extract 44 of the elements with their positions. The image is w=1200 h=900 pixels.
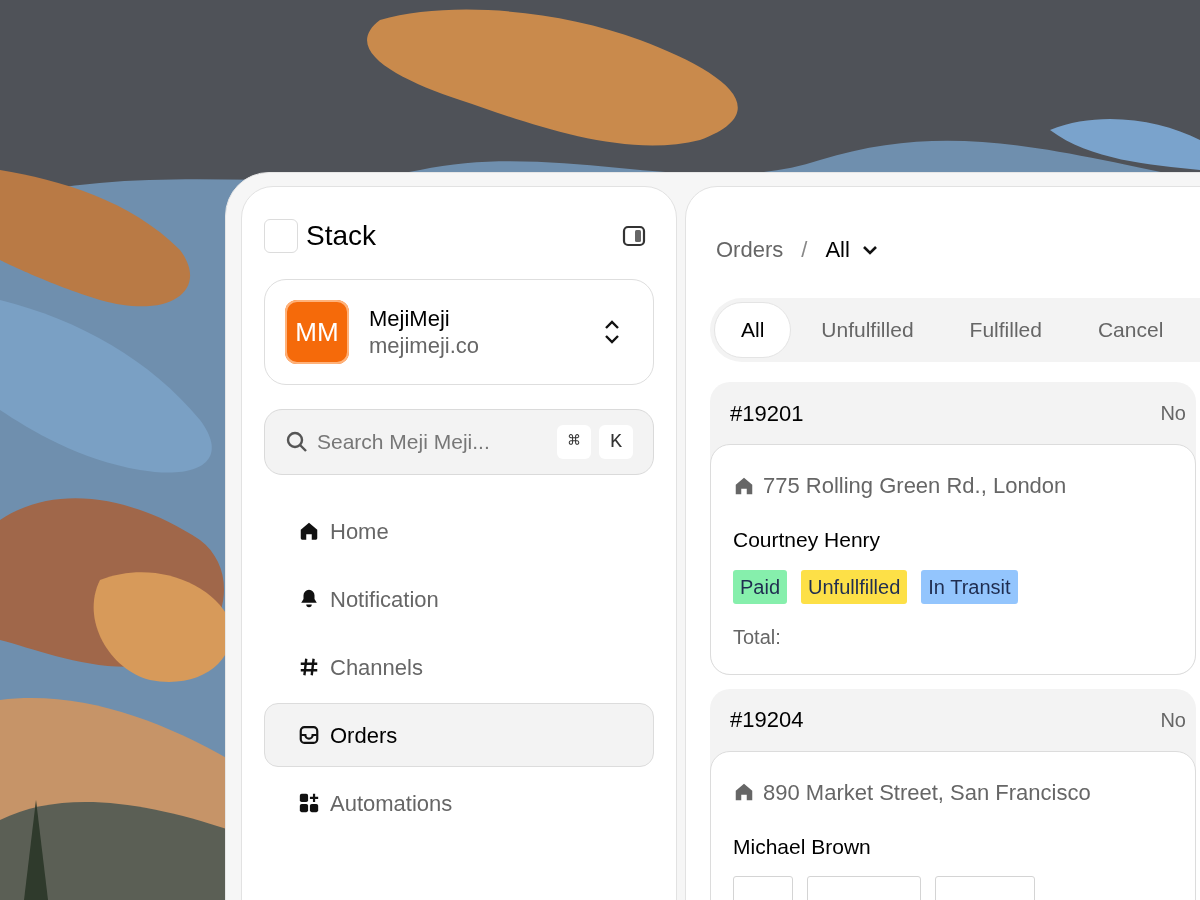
- order-number: #19201: [730, 399, 804, 428]
- order-status: No: [1160, 401, 1186, 426]
- shortcut-key: ⌘: [557, 425, 591, 459]
- shortcut-key: K: [599, 425, 633, 459]
- workspace-switcher[interactable]: MM MejiMeji mejimeji.co: [264, 279, 654, 385]
- chevron-up-down-icon: [603, 319, 621, 345]
- breadcrumb-parent[interactable]: Orders: [716, 233, 784, 266]
- order-status: No: [1160, 707, 1186, 733]
- nav-item[interactable]: Orders: [264, 703, 654, 767]
- chevron-down-icon: [861, 243, 878, 256]
- search-input[interactable]: Search Meji Meji...: [317, 426, 549, 458]
- search-icon: [285, 430, 309, 454]
- order-address: 775 Rolling Green Rd., London: [763, 472, 1067, 500]
- search-field[interactable]: Search Meji Meji... ⌘ K: [264, 409, 654, 475]
- sidebar-toggle-icon[interactable]: [622, 224, 646, 248]
- hash-icon: [298, 656, 320, 678]
- breadcrumb-separator: /: [801, 236, 808, 264]
- status-tag: Paid: [733, 569, 788, 604]
- status-tag: Unfullfilled: [801, 569, 908, 604]
- nav-item[interactable]: Channels: [264, 635, 654, 699]
- customer-name: Michael Brown: [733, 833, 872, 860]
- filter-tab[interactable]: All: [714, 302, 792, 358]
- view-dropdown[interactable]: All: [825, 233, 878, 266]
- inbox-icon: [298, 724, 320, 746]
- brand-name: Stack: [306, 219, 377, 253]
- nav-item[interactable]: Notification: [264, 567, 654, 631]
- order-number: #19204: [730, 706, 804, 734]
- filter-tab[interactable]: Fulfilled: [943, 302, 1068, 358]
- workspace-name: MejiMeji: [369, 304, 451, 332]
- workspace-domain: mejimeji.co: [369, 332, 481, 360]
- order-address: 890 Market Street, San Francisco: [763, 778, 1091, 807]
- workspace-avatar: MM: [285, 300, 349, 364]
- filter-tab[interactable]: Unfulfilled: [795, 302, 940, 358]
- nav-item[interactable]: Automations: [264, 771, 654, 835]
- house-icon: [733, 781, 755, 803]
- apps-icon: [298, 792, 320, 814]
- total-label: Total:: [733, 624, 782, 650]
- nav-item[interactable]: Home: [264, 499, 654, 563]
- bell-icon: [298, 588, 320, 610]
- filter-tab[interactable]: Cancel: [1071, 302, 1190, 358]
- home-icon: [298, 520, 320, 542]
- status-tag: In Transit: [921, 569, 1018, 604]
- logo-square: [264, 219, 298, 253]
- customer-name: Courtney Henry: [733, 527, 882, 553]
